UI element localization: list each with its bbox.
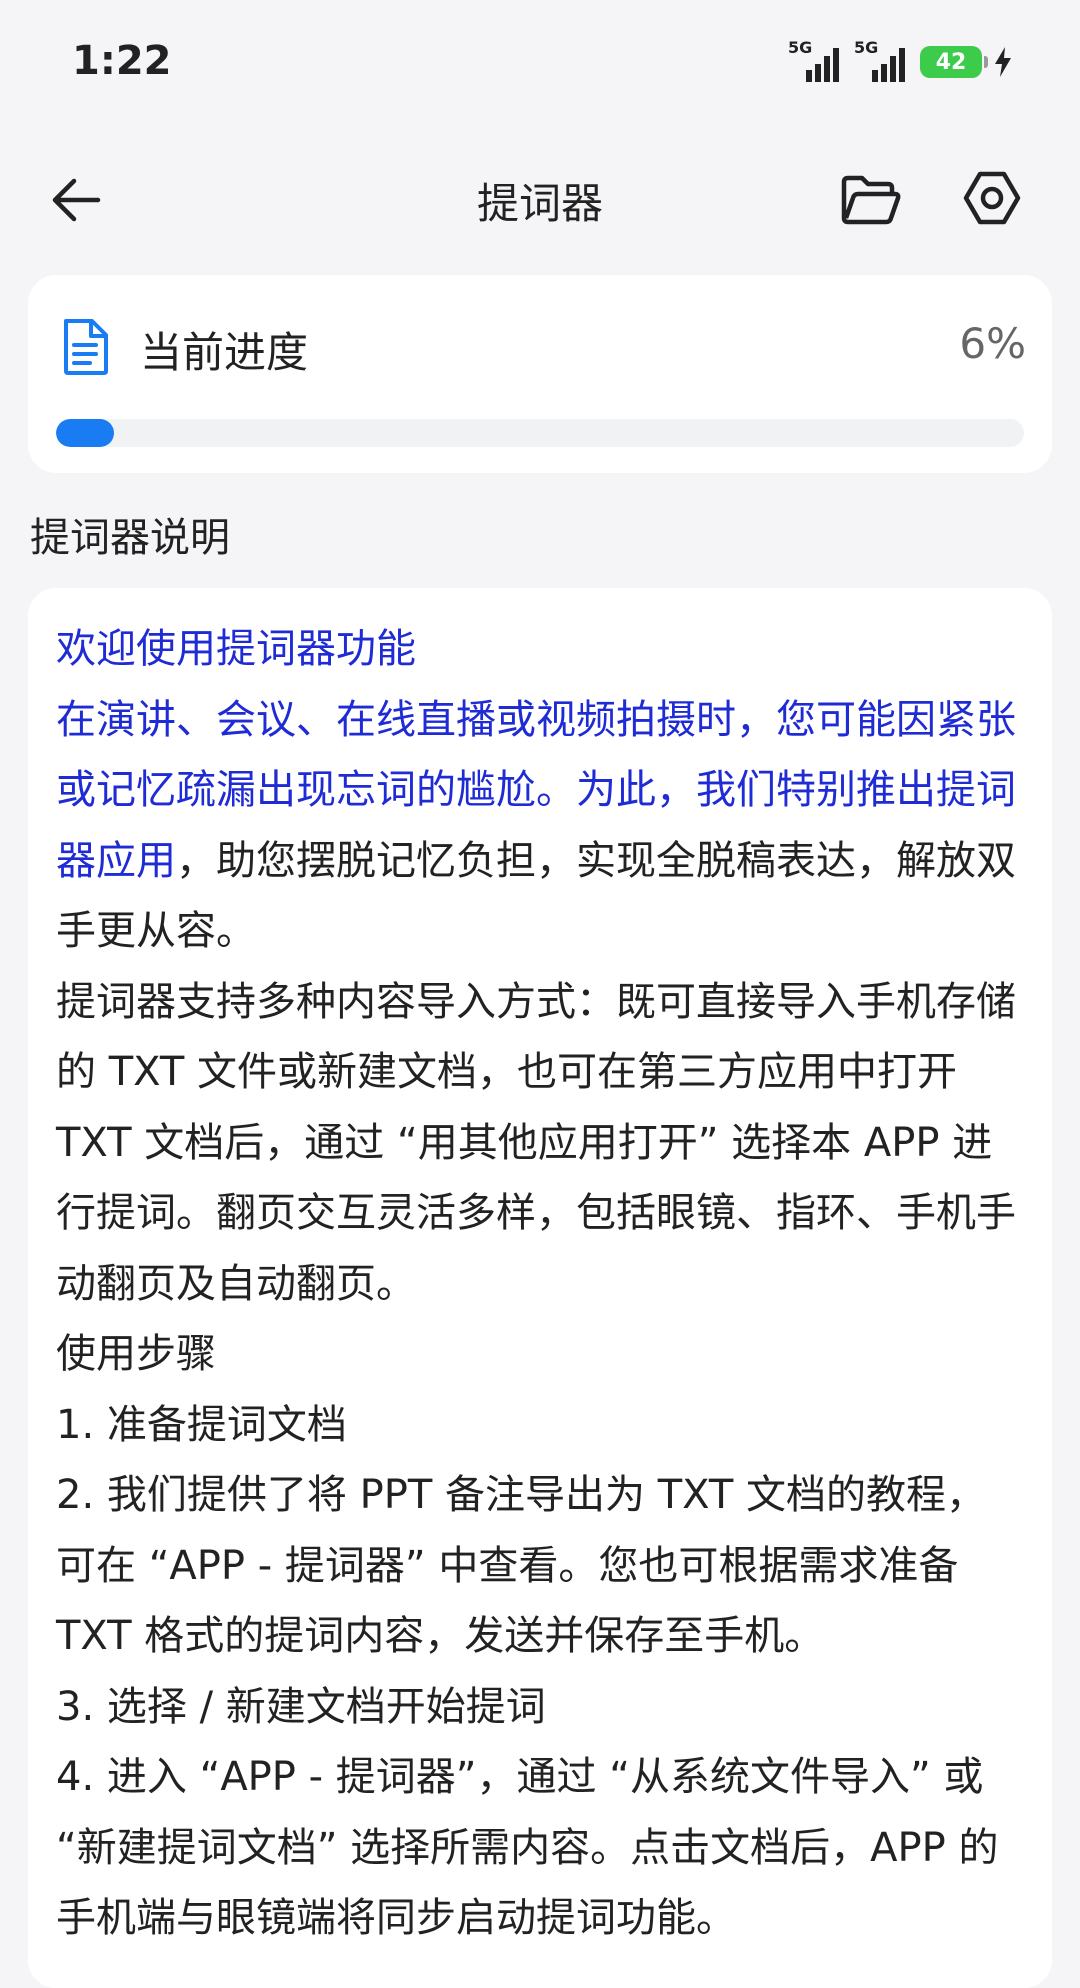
- import-info: 提词器支持多种内容导入方式：既可直接导入手机存储的 TXT 文件或新建文档，也可…: [56, 978, 1016, 1307]
- app-header: 提词器: [0, 140, 1080, 255]
- signal-icon-2: 5G: [854, 40, 910, 84]
- status-bar: 1:22 5G 5G 42: [0, 0, 1080, 125]
- step-4: 4. 进入 “APP - 提词器”，通过 “从系统文件导入” 或 “新建提词文档…: [56, 1754, 999, 1941]
- progress-card: 当前进度 6%: [28, 275, 1052, 473]
- intro-paragraph: 在演讲、会议、在线直播或视频拍摄时，您可能因紧张或记忆疏漏出现忘词的尴尬。为此，…: [56, 685, 1022, 967]
- signal-icon-1: 5G: [788, 40, 844, 84]
- progress-label: 当前进度: [140, 328, 309, 377]
- progress-bar-fill: [56, 419, 115, 447]
- battery-icon: 42: [920, 46, 988, 78]
- section-title: 提词器说明: [30, 515, 230, 561]
- settings-icon: [963, 171, 1021, 225]
- progress-bar: [56, 419, 1024, 447]
- step-2: 2. 我们提供了将 PPT 备注导出为 TXT 文档的教程，可在 “APP - …: [56, 1472, 986, 1659]
- folder-button[interactable]: [838, 168, 902, 232]
- steps-title: 使用步骤: [56, 1331, 216, 1377]
- intro-rest: ，助您摆脱记忆负担，实现全脱稿表达，解放双手更从容。: [56, 837, 1016, 955]
- page-title: 提词器: [476, 179, 603, 228]
- progress-percent: 6%: [959, 319, 1026, 368]
- step-3: 3. 选择 / 新建文档开始提词: [56, 1683, 546, 1730]
- battery-level: 42: [935, 49, 967, 75]
- description-body: 欢迎使用提词器功能 在演讲、会议、在线直播或视频拍摄时，您可能因紧张或记忆疏漏出…: [56, 614, 1022, 1954]
- settings-button[interactable]: [960, 166, 1024, 230]
- folder-icon: [841, 175, 901, 225]
- charging-icon: [995, 47, 1011, 77]
- description-card: 欢迎使用提词器功能 在演讲、会议、在线直播或视频拍摄时，您可能因紧张或记忆疏漏出…: [28, 588, 1052, 1988]
- status-time: 1:22: [72, 38, 172, 84]
- step-1: 1. 准备提词文档: [56, 1401, 347, 1448]
- welcome-text: 欢迎使用提词器功能: [56, 626, 416, 672]
- document-icon: [64, 319, 108, 375]
- status-indicators: 5G 5G 42: [788, 40, 1014, 84]
